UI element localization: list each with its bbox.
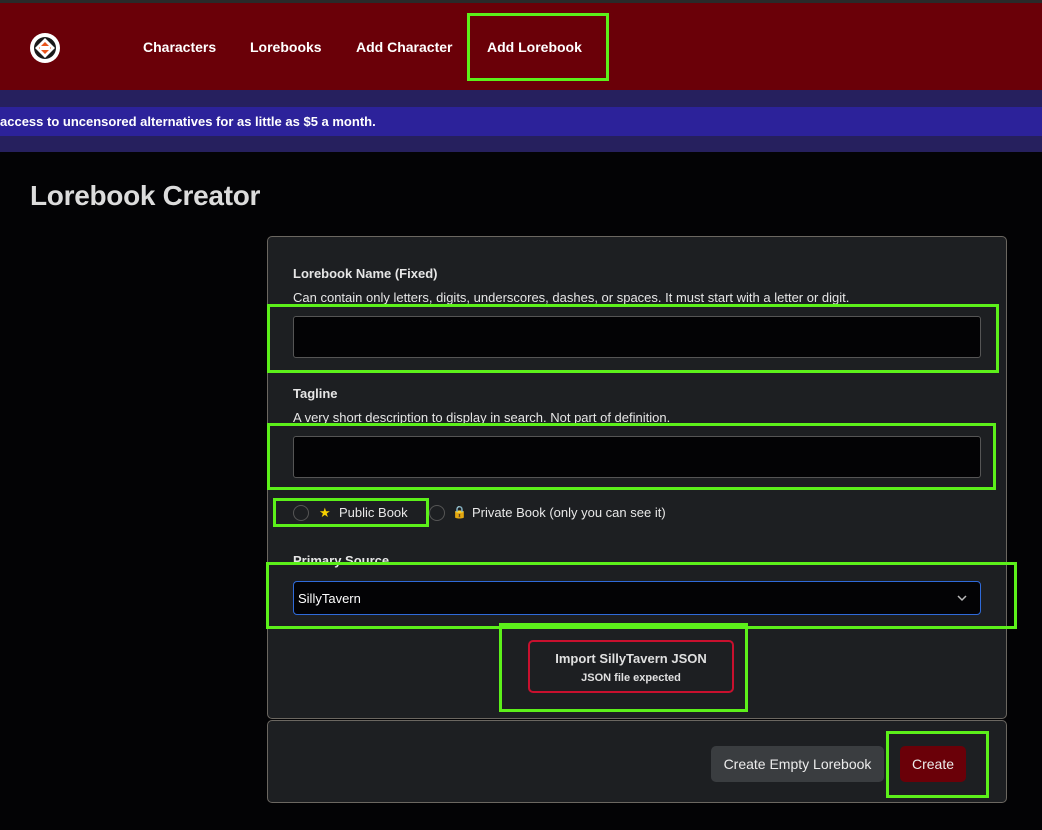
nav-characters[interactable]: Characters: [143, 39, 216, 55]
import-button-subtitle: JSON file expected: [581, 672, 681, 684]
promo-banner: access to uncensored alternatives for as…: [0, 107, 1042, 136]
create-empty-lorebook-button[interactable]: Create Empty Lorebook: [711, 746, 884, 782]
tagline-help: A very short description to display in s…: [293, 410, 671, 425]
primary-source-select[interactable]: SillyTavern: [293, 581, 981, 615]
tagline-label: Tagline: [293, 386, 338, 401]
chevron-down-icon: [957, 595, 967, 602]
lorebook-name-help: Can contain only letters, digits, unders…: [293, 290, 850, 305]
nav-lorebooks[interactable]: Lorebooks: [250, 39, 322, 55]
navbar: Characters Lorebooks Add Character Add L…: [0, 3, 1042, 90]
primary-source-value: SillyTavern: [298, 591, 361, 606]
lorebook-name-label: Lorebook Name (Fixed): [293, 266, 438, 281]
nav-add-lorebook[interactable]: Add Lorebook: [487, 39, 582, 55]
create-button[interactable]: Create: [900, 746, 966, 782]
private-book-radio[interactable]: [429, 505, 445, 521]
import-button-title: Import SillyTavern JSON: [555, 651, 707, 666]
page-title: Lorebook Creator: [30, 180, 261, 211]
app-logo-icon[interactable]: [28, 31, 62, 65]
promo-banner-text: access to uncensored alternatives for as…: [0, 114, 376, 129]
public-book-label[interactable]: Public Book: [339, 505, 408, 520]
tagline-input[interactable]: [293, 436, 981, 478]
lorebook-name-input[interactable]: [293, 316, 981, 358]
public-book-radio[interactable]: [293, 505, 309, 521]
actions-card: [267, 720, 1007, 803]
star-icon: ★: [319, 505, 331, 520]
lock-icon: 🔒: [452, 505, 467, 519]
nav-add-character[interactable]: Add Character: [356, 39, 452, 55]
primary-source-label: Primary Source: [293, 553, 390, 568]
private-book-label[interactable]: Private Book (only you can see it): [472, 505, 666, 520]
import-sillytavern-button[interactable]: Import SillyTavern JSON JSON file expect…: [528, 640, 734, 693]
